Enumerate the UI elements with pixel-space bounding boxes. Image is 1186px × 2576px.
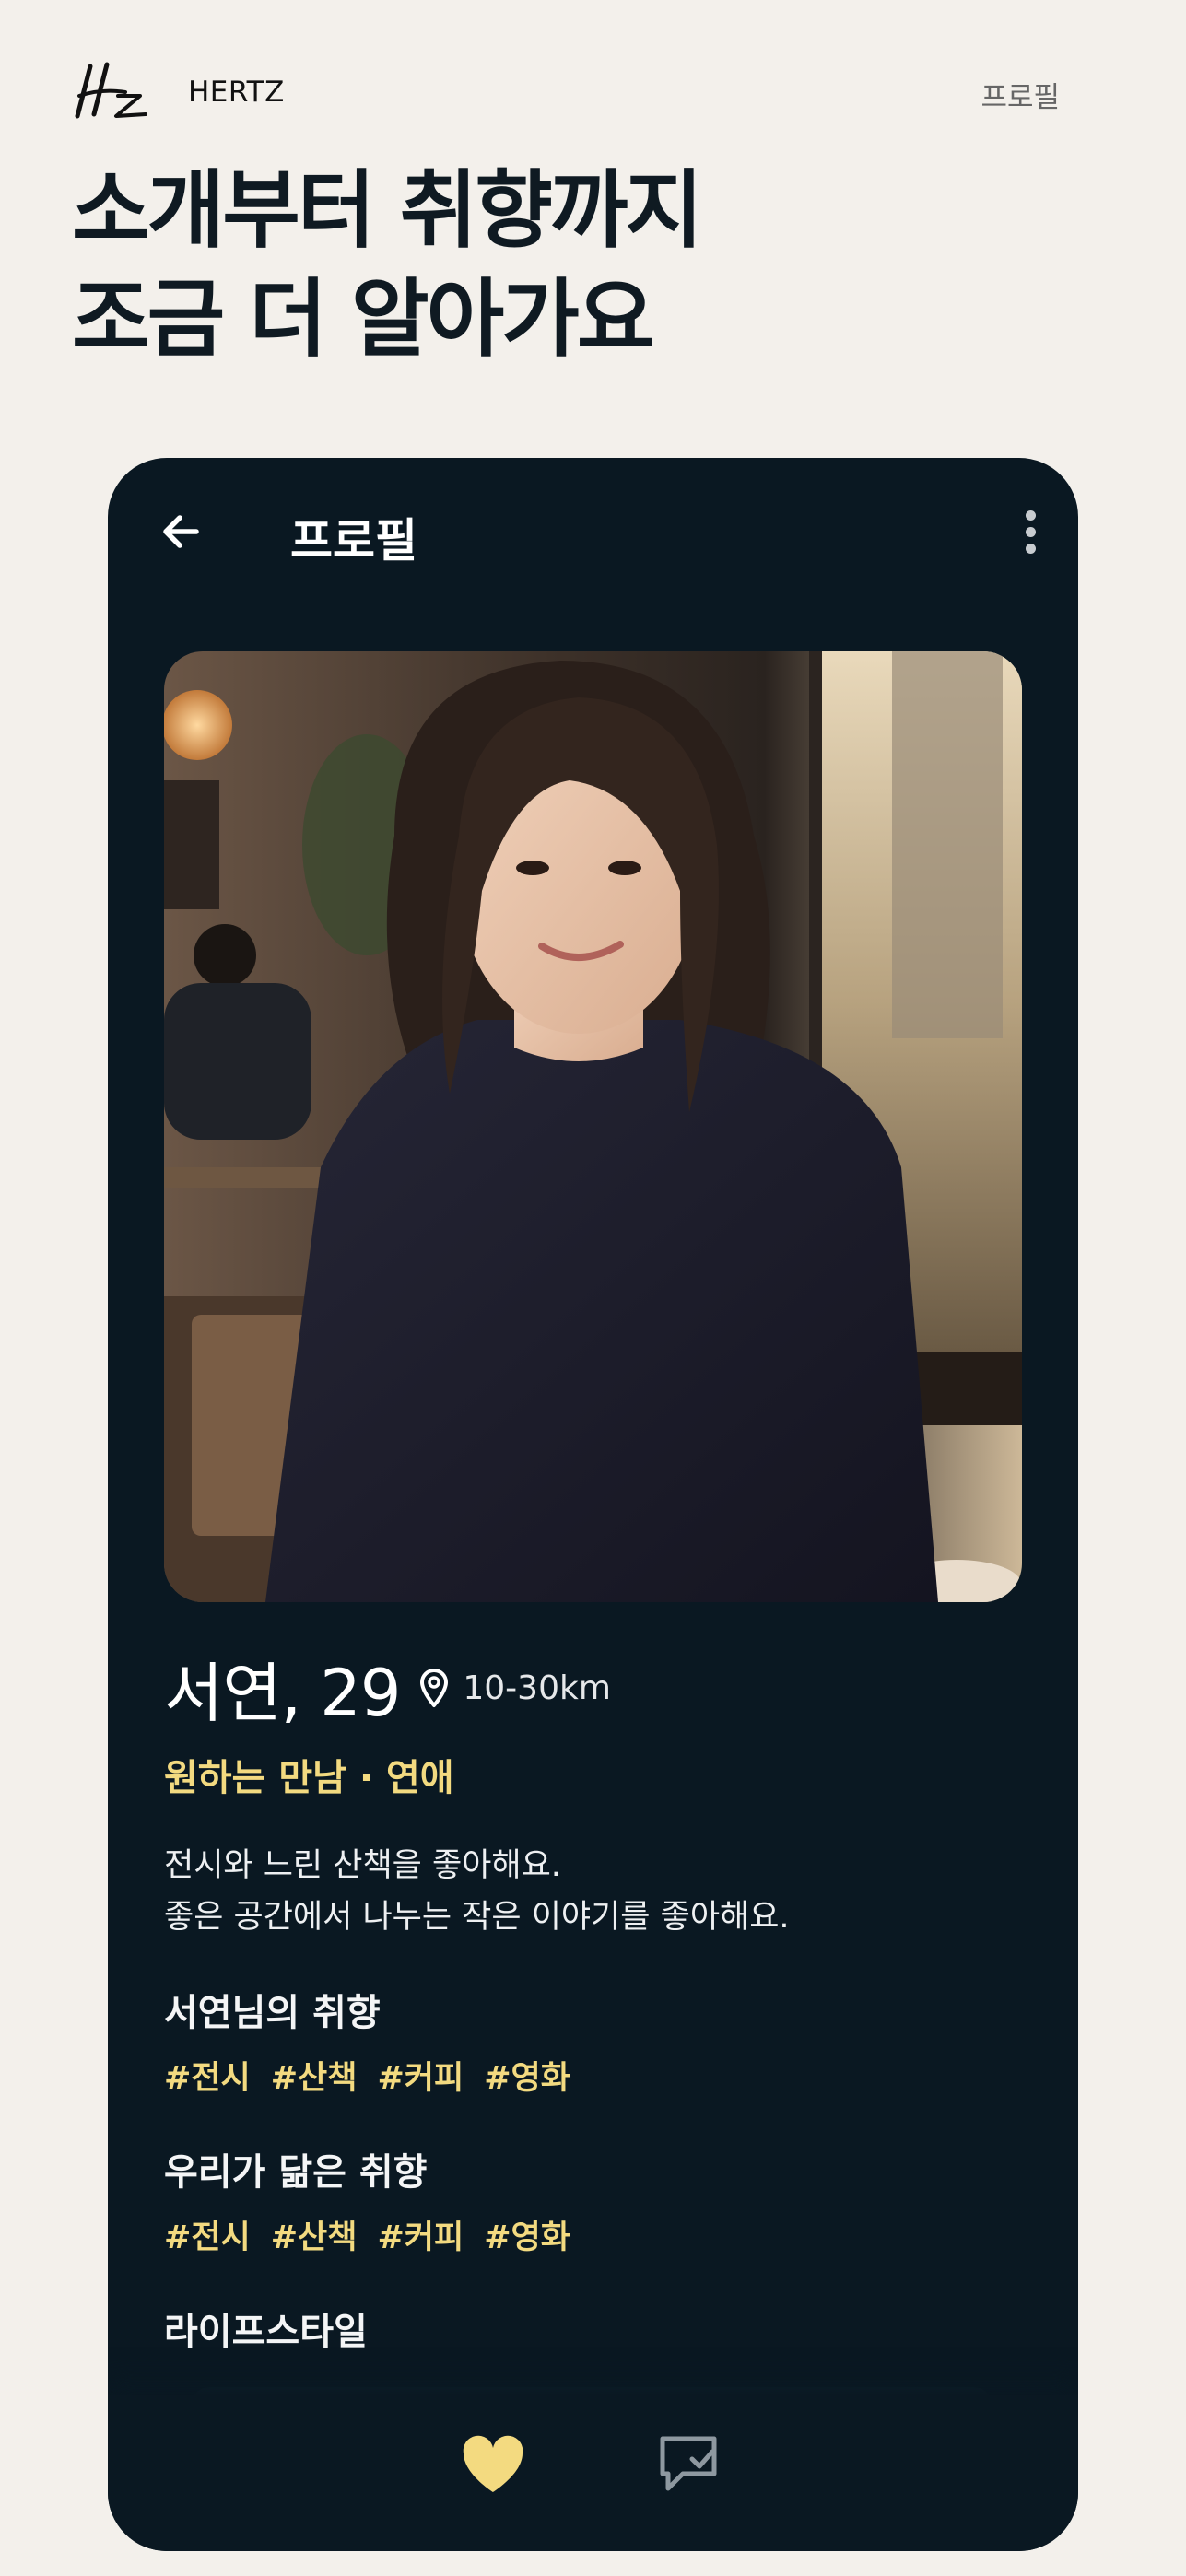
tag-item[interactable]: #커피	[377, 2052, 464, 2099]
page-headline: 소개부터 취향까지 조금 더 알아가요	[72, 157, 1086, 374]
profile-name-age: 서연, 29	[164, 1655, 401, 1731]
tag-item[interactable]: #영화	[484, 2211, 570, 2258]
intro-line-1: 전시와 느린 산책을 좋아해요.	[164, 1847, 561, 1884]
tag-item[interactable]: #전시	[164, 2211, 251, 2258]
tag-item[interactable]: #영화	[484, 2052, 570, 2099]
tag-item[interactable]: #산책	[271, 2211, 358, 2258]
shared-tastes-title: 우리가 닮은 취향	[164, 2151, 428, 2194]
headline-line-2: 조금 더 알아가요	[72, 270, 655, 369]
tag-item[interactable]: #커피	[377, 2211, 464, 2258]
bottom-action-bar	[108, 2395, 1078, 2551]
profile-distance: 10-30km	[463, 1669, 611, 1707]
location-pin-icon	[420, 1669, 449, 1707]
profile-photo[interactable]	[164, 651, 1022, 1602]
app-bar: 프로필	[108, 458, 1078, 605]
name-row: 서연, 29 10-30km	[164, 1646, 611, 1731]
looking-for-label: 원하는 만남 · 연애	[164, 1757, 454, 1799]
shared-tastes-tags: #전시 #산책 #커피 #영화	[164, 2211, 570, 2258]
profile-card: 프로필 서연, 29 10-30km 원하는 만남 · 연애 전시와 느린 산책…	[108, 458, 1078, 2551]
more-options-icon[interactable]	[1019, 504, 1041, 559]
profile-intro: 전시와 느린 산책을 좋아해요. 좋은 공간에서 나누는 작은 이야기를 좋아해…	[164, 1840, 1021, 1943]
chat-check-icon[interactable]	[655, 2431, 722, 2498]
intro-line-2: 좋은 공간에서 나누는 작은 이야기를 좋아해요.	[164, 1899, 790, 1936]
tag-item[interactable]: #산책	[271, 2052, 358, 2099]
back-arrow-icon[interactable]	[156, 504, 211, 559]
brand-name: HERTZ	[188, 76, 285, 109]
heart-icon[interactable]	[460, 2435, 526, 2496]
lifestyle-title: 라이프스타일	[164, 2311, 368, 2353]
page: HERTZ 프로필 소개부터 취향까지 조금 더 알아가요 프로필 서연, 29…	[0, 0, 1186, 2576]
tag-item[interactable]: #전시	[164, 2052, 251, 2099]
profile-nav-link[interactable]: 프로필	[981, 74, 1060, 115]
app-bar-title: 프로필	[290, 514, 417, 568]
headline-line-1: 소개부터 취향까지	[72, 161, 703, 260]
top-header: HERTZ 프로필	[74, 55, 1115, 129]
my-tastes-tags: #전시 #산책 #커피 #영화	[164, 2052, 570, 2099]
my-tastes-title: 서연님의 취향	[164, 1992, 381, 2034]
hertz-logo-icon[interactable]	[74, 55, 157, 129]
